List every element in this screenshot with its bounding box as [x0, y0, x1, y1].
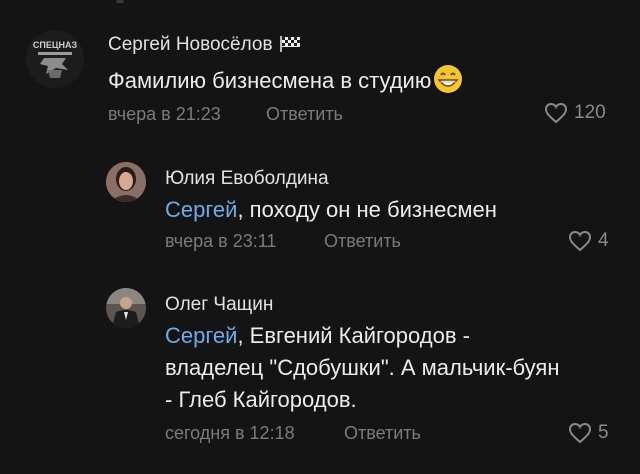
avatar[interactable]: СПЕЦНАЗ [26, 30, 84, 88]
checkered-flag-icon [279, 36, 300, 52]
heart-icon [544, 102, 568, 124]
like-button[interactable]: 4 [568, 230, 609, 252]
comment-text: Фамилию бизнесмена в студию [108, 64, 463, 97]
like-button[interactable]: 120 [544, 102, 606, 124]
like-count: 5 [598, 422, 609, 443]
comment-line: - Глеб Кайгородов. [165, 387, 357, 412]
user-photo-icon [106, 162, 146, 202]
comment-text: Сергей, походу он не бизнесмен [165, 194, 497, 226]
comment-time: вчера в 21:23 [108, 104, 221, 124]
comment-body: Фамилию бизнесмена в студию [108, 68, 432, 93]
mention-link[interactable]: Сергей [165, 323, 237, 348]
heart-icon [568, 422, 592, 444]
heart-icon [568, 230, 592, 252]
user-photo-icon [106, 288, 146, 328]
comment-author[interactable]: Сергей Новосёлов [108, 34, 301, 56]
like-count: 120 [574, 102, 606, 123]
comment-time: сегодня в 12:18 [165, 423, 295, 443]
grinning-face-icon [434, 65, 463, 93]
reply-button[interactable]: Ответить [344, 423, 421, 444]
spetsnaz-emblem-icon: СПЕЦНАЗ [26, 30, 84, 88]
reply-button[interactable]: Ответить [324, 231, 401, 252]
avatar[interactable] [106, 162, 146, 202]
avatar[interactable] [106, 288, 146, 328]
comment-line: владелец "Сдобушки". А мальчик-буян [165, 355, 560, 380]
comment-item: СПЕЦНАЗ Сергей Новосёлов Фамилию бизнесм… [0, 0, 640, 140]
comment-line: Сергей, Евгений Кайгородов - [165, 320, 625, 352]
comment-author[interactable]: Олег Чащин [165, 294, 273, 316]
svg-text:СПЕЦНАЗ: СПЕЦНАЗ [33, 40, 78, 50]
comment-body: , походу он не бизнесмен [237, 197, 497, 222]
reply-button[interactable]: Ответить [266, 104, 343, 125]
comment-item: Юлия Евоболдина Сергей, походу он не биз… [0, 150, 640, 260]
comment-text: Сергей, Евгений Кайгородов - владелец "С… [165, 320, 625, 416]
comment-author[interactable]: Юлия Евоболдина [165, 168, 329, 190]
comment-item: Олег Чащин Сергей, Евгений Кайгородов - … [0, 280, 640, 460]
mention-link[interactable]: Сергей [165, 197, 237, 222]
comment-time: вчера в 23:11 [165, 231, 277, 251]
like-count: 4 [598, 230, 609, 251]
author-name[interactable]: Сергей Новосёлов [108, 34, 273, 55]
like-button[interactable]: 5 [568, 422, 609, 444]
comment-body: , Евгений Кайгородов - [237, 323, 470, 348]
